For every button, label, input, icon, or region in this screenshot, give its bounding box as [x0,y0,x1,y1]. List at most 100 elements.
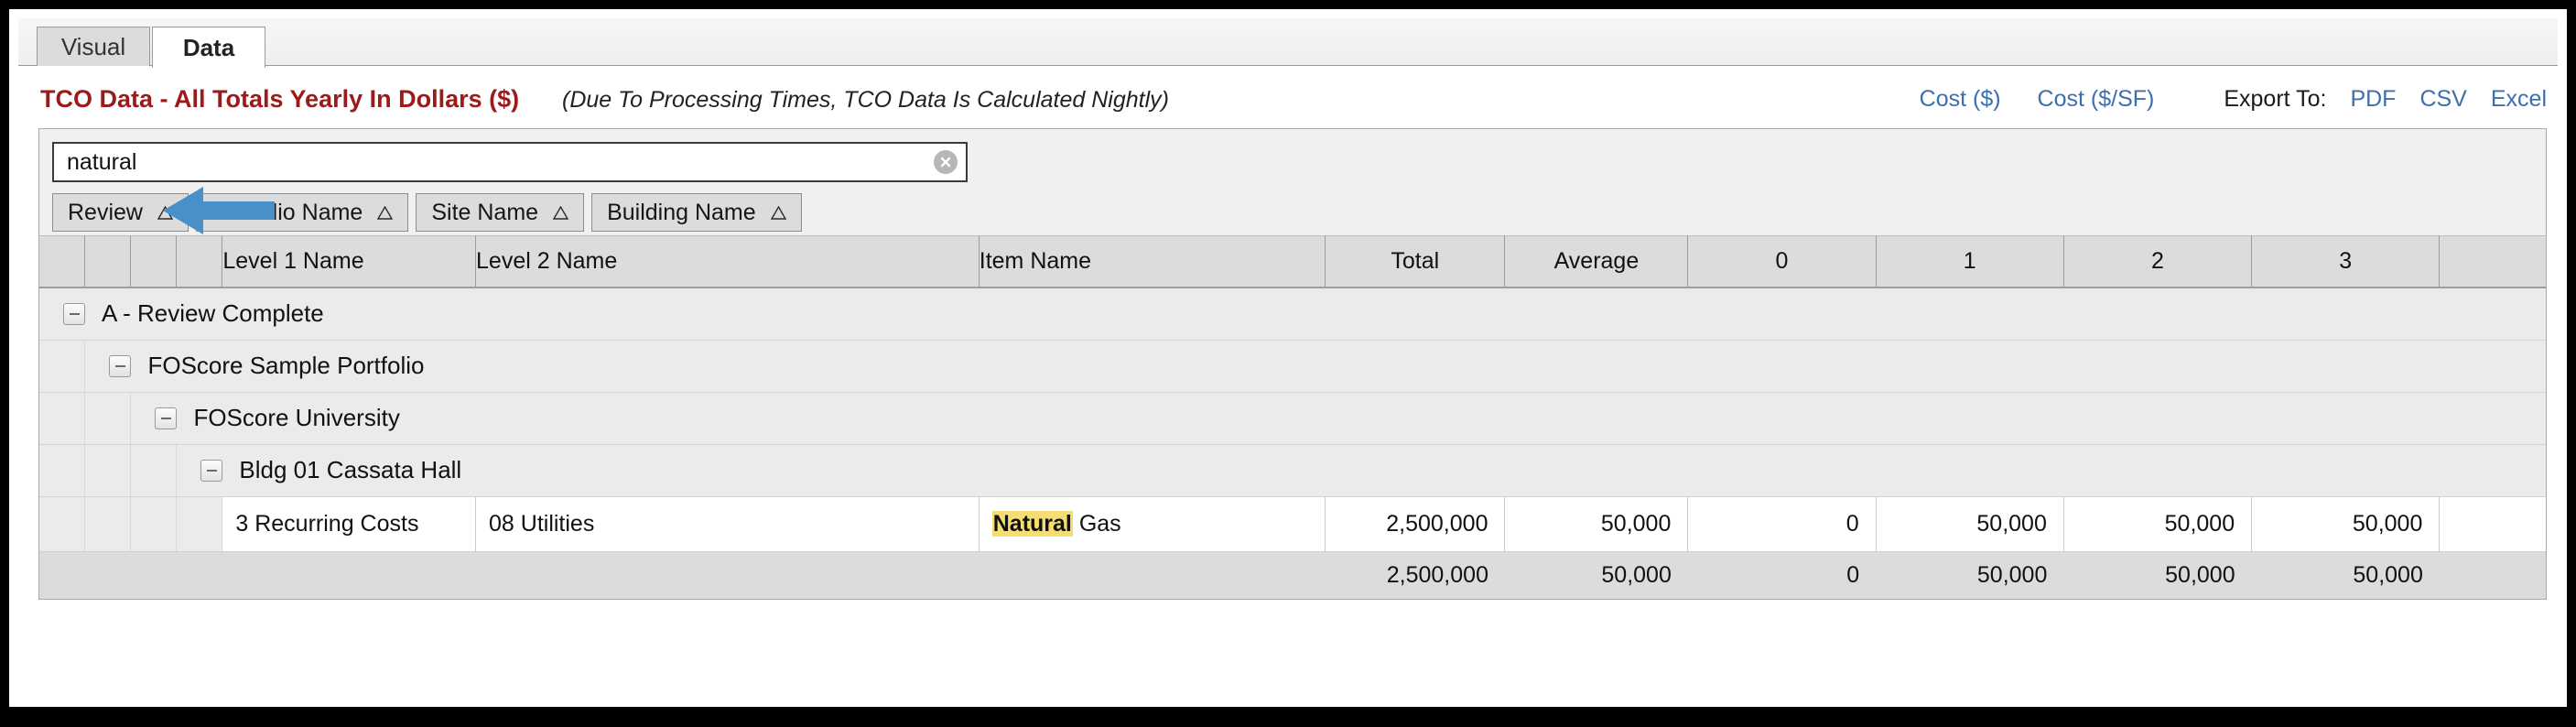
group-row-site[interactable]: FOScore University [39,392,2546,445]
group-label: FOScore University [193,404,400,431]
sort-chip-row: Review Portfolio Name Site Name Building… [52,193,802,232]
group-row-review-status[interactable]: A - Review Complete [39,287,2546,341]
header-links: Cost ($) Cost ($/SF) Export To: PDF CSV … [1920,86,2547,113]
tree-indent-cell [84,392,132,445]
tree-indent-cell [130,496,178,552]
col-tree-1[interactable] [39,235,86,288]
cell-year-1: 50,000 [1876,496,2064,552]
sort-chip-site-name[interactable]: Site Name [416,193,585,232]
group-label: A - Review Complete [102,299,324,327]
collapse-icon[interactable] [63,302,85,325]
totals-average: 50,000 [1504,550,1688,599]
cell-year-4 [2439,496,2546,552]
tree-indent-cell [130,444,178,497]
tab-visual[interactable]: Visual [37,27,150,67]
tree-indent-cell [39,340,86,393]
sort-chip-review-label: Review [68,199,143,225]
sort-ascending-icon [157,205,173,220]
totals-year-1: 50,000 [1876,550,2064,599]
totals-spacer [222,550,476,599]
search-box[interactable] [52,142,968,182]
collapse-icon[interactable] [200,459,223,482]
col-year-0[interactable]: 0 [1687,235,1877,288]
cell-item-name: Natural Gas [979,496,1326,552]
tco-table: Level 1 Name Level 2 Name Item Name Tota… [39,235,2546,599]
export-csv-link[interactable]: CSV [2419,86,2466,113]
cell-level-2-name: 08 Utilities [475,496,980,552]
tab-data-label: Data [182,33,235,61]
sort-chip-building-name-label: Building Name [607,199,756,225]
totals-year-3: 50,000 [2251,550,2440,599]
search-input[interactable] [54,144,966,180]
totals-spacer [39,550,85,599]
cost-per-sf-link[interactable]: Cost ($/SF) [2038,86,2155,113]
cell-year-2: 50,000 [2063,496,2253,552]
col-total[interactable]: Total [1325,235,1506,288]
col-level-1-name[interactable]: Level 1 Name [222,235,477,288]
totals-year-4 [2439,550,2546,599]
export-pdf-link[interactable]: PDF [2350,86,2396,113]
table-row[interactable]: 3 Recurring Costs 08 Utilities Natural G… [39,496,2546,552]
report-header: TCO Data - All Totals Yearly In Dollars … [18,66,2558,128]
group-label: Bldg 01 Cassata Hall [239,456,462,483]
totals-spacer [84,550,131,599]
tree-indent-cell [84,496,132,552]
sort-chip-review[interactable]: Review [52,193,189,232]
col-tree-4[interactable] [176,235,223,288]
col-year-1[interactable]: 1 [1876,235,2064,288]
cell-level-1-name: 3 Recurring Costs [222,496,477,552]
header-row: Level 1 Name Level 2 Name Item Name Tota… [39,235,2546,288]
group-label: FOScore Sample Portfolio [147,352,425,379]
col-year-2[interactable]: 2 [2063,235,2253,288]
col-item-name[interactable]: Item Name [979,235,1326,288]
cell-item-name-rest: Gas [1072,510,1121,537]
col-level-2-name[interactable]: Level 2 Name [475,235,980,288]
sort-chip-building-name[interactable]: Building Name [591,193,802,232]
tree-indent-cell [84,444,132,497]
collapse-icon[interactable] [109,354,132,377]
col-year-4[interactable] [2439,235,2546,288]
cost-dollar-link[interactable]: Cost ($) [1920,86,2001,113]
totals-year-2: 50,000 [2063,550,2252,599]
group-row-building[interactable]: Bldg 01 Cassata Hall [39,444,2546,497]
sort-chip-site-name-label: Site Name [431,199,539,225]
sort-ascending-icon [770,205,786,220]
col-year-3[interactable]: 3 [2251,235,2441,288]
app-content: Visual Data TCO Data - All Totals Yearly… [18,18,2558,709]
tab-visual-label: Visual [60,33,126,60]
export-to-label: Export To: [2224,86,2327,112]
totals-year-0: 0 [1687,550,1877,599]
table-body: A - Review Complete FOScore Sample Portf… [39,287,2546,599]
col-average[interactable]: Average [1504,235,1689,288]
cell-year-3: 50,000 [2251,496,2441,552]
collapse-icon[interactable] [155,407,178,429]
page-subtitle: (Due To Processing Times, TCO Data Is Ca… [562,87,1169,113]
cell-total: 2,500,000 [1325,496,1506,552]
table-header: Level 1 Name Level 2 Name Item Name Tota… [39,235,2546,288]
cell-year-0: 0 [1687,496,1877,552]
page-title: TCO Data - All Totals Yearly In Dollars … [40,85,520,113]
export-excel-link[interactable]: Excel [2491,86,2547,113]
tree-indent-cell [176,496,223,552]
tco-data-grid: Level 1 Name Level 2 Name Item Name Tota… [38,235,2547,600]
tree-indent-cell [39,444,86,497]
totals-spacer [176,550,222,599]
sort-chip-portfolio-name[interactable]: Portfolio Name [195,193,409,232]
col-tree-3[interactable] [130,235,178,288]
tab-data[interactable]: Data [152,27,265,68]
sort-ascending-icon [377,205,394,220]
sort-ascending-icon [553,205,569,220]
clear-search-icon[interactable] [934,150,958,174]
tree-indent-cell [39,392,86,445]
sort-chip-portfolio-name-label: Portfolio Name [211,199,363,225]
col-tree-2[interactable] [84,235,132,288]
bottom-edge [9,707,2567,718]
totals-spacer [475,550,980,599]
totals-row: 2,500,000 50,000 0 50,000 50,000 50,000 [39,550,2546,599]
tree-indent-cell [39,496,86,552]
totals-spacer [130,550,177,599]
cell-average: 50,000 [1504,496,1689,552]
group-row-portfolio[interactable]: FOScore Sample Portfolio [39,340,2546,393]
screenshot-frame: Visual Data TCO Data - All Totals Yearly… [0,0,2576,727]
tab-strip: Visual Data [18,18,2558,68]
